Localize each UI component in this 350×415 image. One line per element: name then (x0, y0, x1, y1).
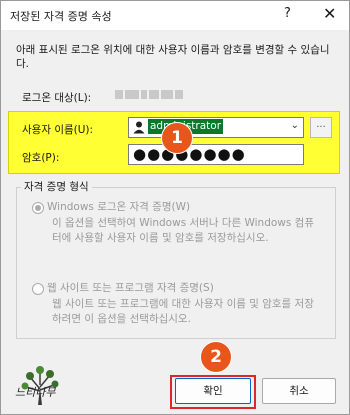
logon-target-value-blurred (114, 88, 204, 101)
annotation-badge-1: 1 (161, 122, 193, 154)
user-icon (133, 121, 145, 134)
username-combobox[interactable]: administrator ⌄ (128, 117, 304, 138)
windows-credential-title: Windows 로그온 자격 증명(W) (47, 201, 191, 213)
watermark-text: 느티나무 (15, 386, 56, 399)
chevron-down-icon[interactable]: ⌄ (291, 120, 299, 131)
windows-credential-radio[interactable] (32, 202, 44, 214)
web-credential-title: 웹 사이트 또는 프로그램 자격 증명(S) (47, 282, 214, 294)
title-bar[interactable]: 저장된 자격 증명 속성 ? ✕ (1, 1, 349, 30)
help-button[interactable]: ? (284, 6, 291, 21)
logon-target-label: 로그온 대상(L): (22, 92, 92, 104)
description-text: 아래 표시된 로그온 위치에 대한 사용자 이름과 암호를 변경할 수 있습니다… (16, 44, 330, 70)
web-credential-description: 웹 사이트 또는 프로그램에 대한 사용자 이름 및 암호를 저장하려면 이 옵… (52, 298, 314, 325)
cancel-button[interactable]: 취소 (262, 378, 336, 404)
credential-type-legend: 자격 증명 형식 (21, 179, 92, 194)
ok-button[interactable]: 확인 (175, 378, 251, 404)
windows-credential-description: 이 옵션을 선택하여 Windows 서버나 다른 Windows 컴퓨터에 사… (52, 217, 315, 244)
web-credential-radio[interactable] (32, 283, 44, 295)
window-title: 저장된 자격 증명 속성 (10, 10, 112, 23)
password-field[interactable]: ●●●●●●●● (128, 144, 304, 165)
username-label: 사용자 이름(U): (22, 124, 94, 136)
close-button[interactable]: ✕ (323, 4, 336, 23)
credential-properties-dialog: 저장된 자격 증명 속성 ? ✕ 아래 표시된 로그온 위치에 대한 사용자 이… (0, 0, 350, 415)
browse-button[interactable]: ... (310, 117, 332, 138)
annotation-badge-2: 2 (200, 341, 232, 373)
password-label: 암호(P): (22, 152, 60, 164)
